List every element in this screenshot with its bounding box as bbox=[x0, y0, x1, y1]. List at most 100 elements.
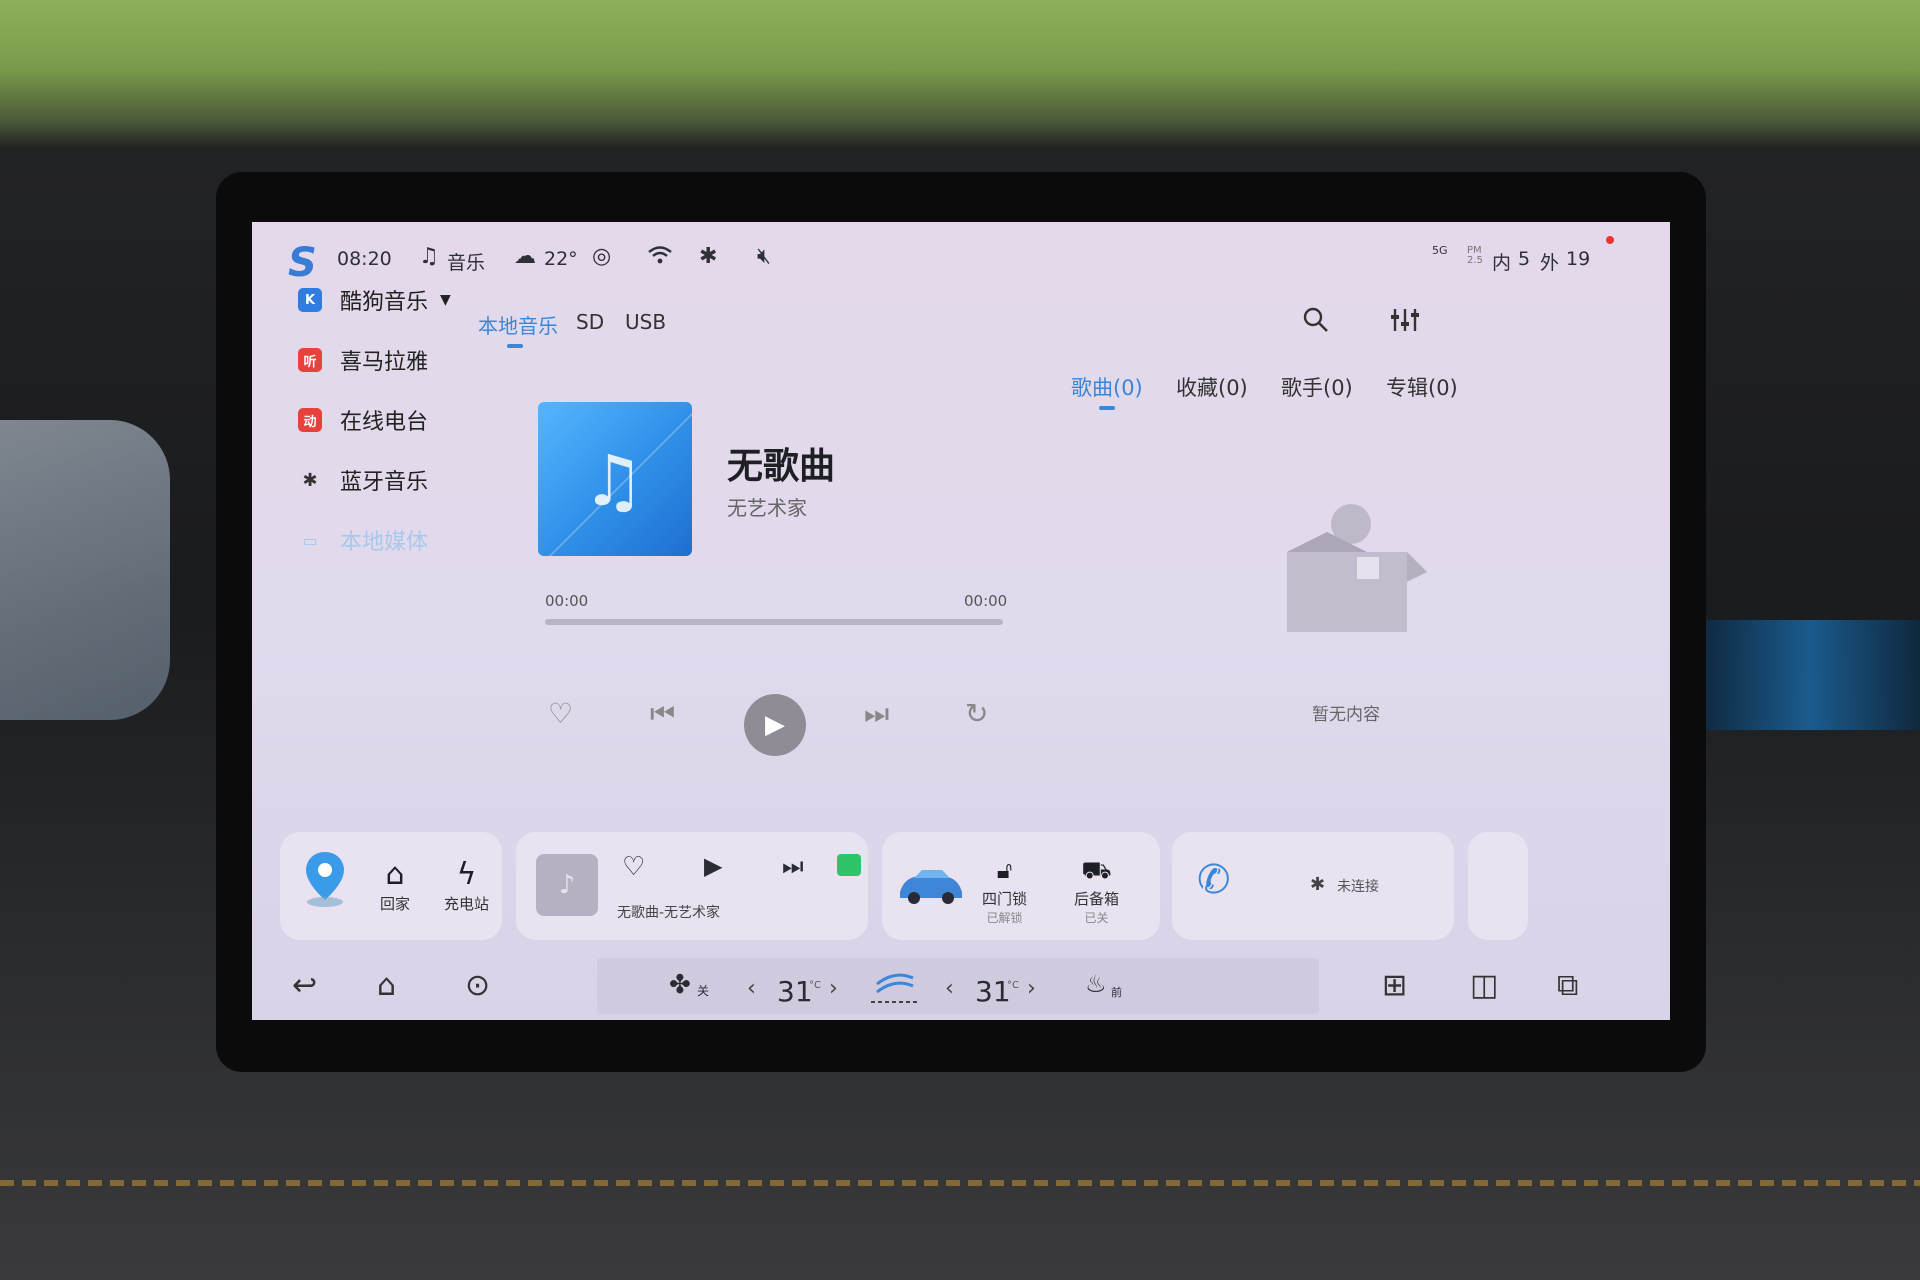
split-screen-icon[interactable]: ◫ bbox=[1470, 968, 1498, 1003]
next-track-icon[interactable]: ⏭︎ bbox=[782, 852, 804, 880]
tab-artists[interactable]: 歌手(0) bbox=[1281, 372, 1353, 402]
signal-indicator: 5G bbox=[1432, 244, 1448, 257]
door-lock-label: 四门锁 bbox=[982, 890, 1028, 908]
tab-favorites[interactable]: 收藏(0) bbox=[1176, 372, 1248, 402]
outside-label: 外 bbox=[1540, 252, 1560, 274]
tab-songs[interactable]: 歌曲(0) bbox=[1071, 372, 1143, 402]
folder-icon: ▭ bbox=[302, 530, 318, 550]
sidebar-item-label: 在线电台 bbox=[340, 410, 429, 435]
left-temp-unit: °C bbox=[809, 980, 821, 991]
unlock-icon: 🔓︎ bbox=[996, 856, 1013, 884]
time-total: 00:00 bbox=[964, 592, 1008, 610]
progress-bar[interactable] bbox=[545, 619, 1003, 625]
next-track-icon[interactable]: ⏭︎ bbox=[864, 697, 889, 731]
photo-stitching bbox=[0, 1180, 1920, 1186]
mute-icon[interactable]: 🔇︎ bbox=[757, 244, 771, 269]
dock-more-card[interactable] bbox=[1468, 832, 1528, 940]
bluetooth-icon: ✱ bbox=[302, 469, 318, 491]
fan-status: 关 bbox=[697, 984, 710, 998]
car-icon[interactable] bbox=[896, 862, 966, 910]
previous-track-icon[interactable]: ⏮︎ bbox=[650, 697, 675, 731]
home-label: 回家 bbox=[380, 895, 411, 913]
bluetooth-icon: ✱ bbox=[699, 244, 718, 269]
left-temp-increase-icon[interactable]: › bbox=[829, 976, 838, 1001]
status-bar: S 08:20 ♫ 音乐 ☁ 22° ◎ ✱ 🔇︎ 5G PM 2.5 内 5 … bbox=[252, 222, 1670, 292]
tab-local-music[interactable]: 本地音乐 bbox=[478, 310, 558, 339]
outside-temp: 19 bbox=[1566, 248, 1591, 270]
system-bar: ↩ ⌂ ⊙ ✤ 关 ‹ 31 °C › ‹ 31 °C › ♨ 前 ⊞ ◫ ⧉ bbox=[252, 952, 1670, 1020]
tab-albums[interactable]: 专辑(0) bbox=[1386, 372, 1458, 402]
phone-status: 未连接 bbox=[1337, 879, 1379, 895]
front-defrost-icon[interactable]: ♨ bbox=[1085, 970, 1107, 998]
active-tab-indicator bbox=[507, 344, 523, 348]
favorite-heart-icon[interactable]: ♡ bbox=[622, 852, 645, 882]
repeat-icon[interactable]: ↻ bbox=[965, 697, 988, 730]
seat-airflow-icon[interactable] bbox=[869, 964, 921, 1010]
kugou-icon: K bbox=[298, 288, 322, 312]
sidebar-item-bluetooth-music[interactable]: ✱ 蓝牙音乐 bbox=[298, 460, 428, 500]
home-button[interactable]: ⌂ 回家 bbox=[380, 857, 410, 914]
play-icon: ▶ bbox=[765, 710, 785, 740]
caret-down-icon[interactable]: ▼ bbox=[440, 292, 451, 308]
inside-temp: 5 bbox=[1518, 248, 1531, 270]
sidebar-item-label: 蓝牙音乐 bbox=[340, 470, 429, 495]
now-playing-source[interactable]: 音乐 bbox=[447, 248, 485, 275]
right-temp-decrease-icon[interactable]: ‹ bbox=[945, 976, 954, 1001]
climate-bar: ✤ 关 ‹ 31 °C › ‹ 31 °C › ♨ 前 bbox=[597, 958, 1319, 1014]
trunk-status: 已关 bbox=[1084, 911, 1109, 925]
sidebar-item-label: 本地媒体 bbox=[340, 530, 429, 555]
app-grid-icon[interactable]: ⊞ bbox=[1382, 968, 1407, 1003]
dock-media-label: 无歌曲-无艺术家 bbox=[617, 905, 721, 921]
active-category-indicator bbox=[1099, 406, 1115, 410]
right-temp: 31 bbox=[975, 975, 1011, 1008]
multi-window-icon[interactable]: ⧉ bbox=[1557, 968, 1578, 1003]
empty-box-illustration bbox=[1267, 502, 1427, 652]
infotainment-screen: S 08:20 ♫ 音乐 ☁ 22° ◎ ✱ 🔇︎ 5G PM 2.5 内 5 … bbox=[252, 222, 1670, 1020]
sidebar-item-ximalaya[interactable]: 听 喜马拉雅 bbox=[298, 340, 428, 380]
play-icon[interactable]: ▶ bbox=[704, 852, 722, 880]
lightning-icon: ϟ bbox=[456, 857, 477, 892]
play-button[interactable]: ▶ bbox=[744, 694, 806, 756]
photo-instrument-cluster bbox=[0, 420, 170, 720]
favorite-heart-icon[interactable]: ♡ bbox=[548, 697, 573, 730]
door-lock-status: 已解锁 bbox=[986, 911, 1023, 925]
sidebar-item-label: 喜马拉雅 bbox=[340, 350, 429, 375]
music-note-icon: ♫ bbox=[419, 244, 439, 269]
ximalaya-icon: 听 bbox=[298, 348, 322, 372]
inside-label: 内 bbox=[1492, 252, 1512, 274]
radio-icon: 动 bbox=[298, 408, 322, 432]
phone-icon[interactable]: ✆ bbox=[1197, 857, 1231, 903]
back-icon[interactable]: ↩ bbox=[292, 968, 317, 1003]
photo-ambient-light bbox=[1700, 620, 1920, 730]
pm25-indicator: PM 2.5 bbox=[1467, 245, 1483, 266]
weather-temp: 22° bbox=[544, 248, 578, 270]
time-current: 00:00 bbox=[545, 592, 589, 610]
trunk-label: 后备箱 bbox=[1074, 890, 1120, 908]
left-temp-decrease-icon[interactable]: ‹ bbox=[747, 976, 756, 1001]
file-manager-icon[interactable] bbox=[837, 854, 861, 876]
mini-album-art[interactable]: ♪ bbox=[536, 854, 598, 916]
fan-icon[interactable]: ✤ bbox=[669, 970, 691, 1000]
settings-icon[interactable]: ⊙ bbox=[465, 968, 490, 1003]
trunk-icon: ⛟ bbox=[1081, 856, 1112, 884]
home-icon[interactable]: ⌂ bbox=[377, 968, 396, 1003]
notification-dot bbox=[1606, 236, 1614, 244]
defrost-label: 前 bbox=[1111, 986, 1122, 999]
charging-label: 充电站 bbox=[444, 895, 490, 913]
music-note-icon: ♫ bbox=[582, 440, 645, 522]
album-cover[interactable]: ♫ bbox=[538, 402, 692, 556]
right-temp-increase-icon[interactable]: › bbox=[1027, 976, 1036, 1001]
map-pin-icon[interactable] bbox=[302, 850, 348, 908]
search-icon[interactable] bbox=[1302, 306, 1330, 338]
trunk-button[interactable]: ⛟ 后备箱 已关 bbox=[1074, 852, 1119, 926]
home-icon: ⌂ bbox=[385, 857, 405, 892]
equalizer-icon[interactable] bbox=[1390, 306, 1420, 338]
cloudy-weather-icon: ☁ bbox=[514, 244, 536, 269]
charging-station-button[interactable]: ϟ 充电站 bbox=[444, 857, 489, 914]
sidebar-item-local-media[interactable]: ▭ 本地媒体 bbox=[298, 520, 428, 560]
tab-usb[interactable]: USB bbox=[625, 310, 666, 334]
sidebar-item-kugou[interactable]: K 酷狗音乐 ▼ bbox=[298, 280, 451, 320]
door-lock-button[interactable]: 🔓︎ 四门锁 已解锁 bbox=[982, 852, 1027, 926]
sidebar-item-online-radio[interactable]: 动 在线电台 bbox=[298, 400, 428, 440]
tab-sd[interactable]: SD bbox=[576, 310, 604, 334]
